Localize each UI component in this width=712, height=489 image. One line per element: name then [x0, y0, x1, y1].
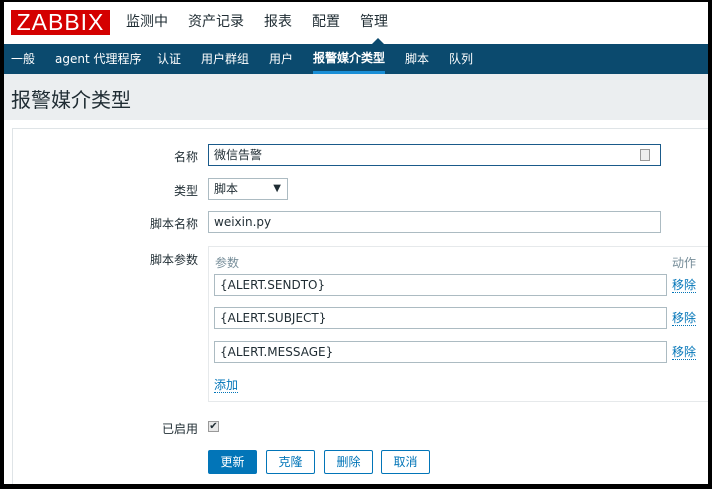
params-table: 参数 动作 {ALERT.SENDTO} 移除 {ALERT.SUBJECT} … [208, 246, 708, 402]
menu-inventory[interactable]: 资产记录 [188, 12, 244, 32]
tab-users[interactable]: 用户 [269, 44, 293, 74]
enabled-checkbox[interactable]: ✔ [208, 421, 219, 432]
param-value: {ALERT.MESSAGE} [220, 345, 334, 359]
page-title: 报警媒介类型 [11, 88, 131, 112]
param-input[interactable]: {ALERT.MESSAGE} [214, 341, 667, 363]
tab-scripts[interactable]: 脚本 [405, 44, 429, 74]
enabled-label: 已启用 [161, 422, 198, 436]
param-input[interactable]: {ALERT.SENDTO} [214, 274, 667, 296]
name-input[interactable]: 微信告警 [208, 144, 661, 166]
name-label: 名称 [173, 150, 198, 164]
name-value: 微信告警 [214, 148, 263, 162]
delete-button[interactable]: 删除 [324, 450, 373, 474]
update-button[interactable]: 更新 [208, 450, 257, 474]
sub-nav: 一般 agent 代理程序 认证 用户群组 用户 报警媒介类型 脚本 队列 [4, 44, 708, 74]
title-bar: 报警媒介类型 [4, 74, 708, 120]
type-value: 脚本 [214, 182, 239, 196]
script-params-label: 脚本参数 [149, 253, 198, 267]
script-name-label: 脚本名称 [149, 217, 198, 231]
zabbix-logo[interactable]: ZABBIX [11, 10, 110, 35]
remove-link[interactable]: 移除 [672, 278, 697, 293]
menu-reports[interactable]: 报表 [264, 12, 292, 32]
autofill-icon [640, 149, 650, 161]
tab-authentication[interactable]: 认证 [157, 44, 181, 74]
menu-monitoring[interactable]: 监测中 [126, 12, 168, 32]
tab-general[interactable]: 一般 [11, 44, 35, 74]
add-param-link[interactable]: 添加 [214, 378, 239, 393]
tab-proxies[interactable]: agent 代理程序 [55, 44, 141, 74]
clone-button[interactable]: 克隆 [266, 450, 315, 474]
params-header: 参数 [215, 256, 240, 270]
script-name-input[interactable]: weixin.py [208, 211, 661, 233]
tab-media-types[interactable]: 报警媒介类型 [313, 44, 386, 74]
param-value: {ALERT.SENDTO} [220, 278, 326, 292]
cancel-button[interactable]: 取消 [381, 450, 430, 474]
type-select[interactable]: 脚本 ▼ [208, 178, 288, 200]
action-header: 动作 [672, 256, 697, 270]
type-label: 类型 [173, 184, 198, 198]
dropdown-arrow-icon: ▼ [273, 183, 281, 194]
menu-configuration[interactable]: 配置 [312, 12, 340, 32]
param-value: {ALERT.SUBJECT} [220, 311, 327, 325]
remove-link[interactable]: 移除 [672, 311, 697, 326]
script-name-value: weixin.py [214, 215, 272, 229]
remove-link[interactable]: 移除 [672, 345, 697, 360]
tab-user-groups[interactable]: 用户群组 [201, 44, 249, 74]
menu-administration[interactable]: 管理 [360, 12, 388, 32]
tab-queue[interactable]: 队列 [449, 44, 473, 74]
param-input[interactable]: {ALERT.SUBJECT} [214, 307, 667, 329]
